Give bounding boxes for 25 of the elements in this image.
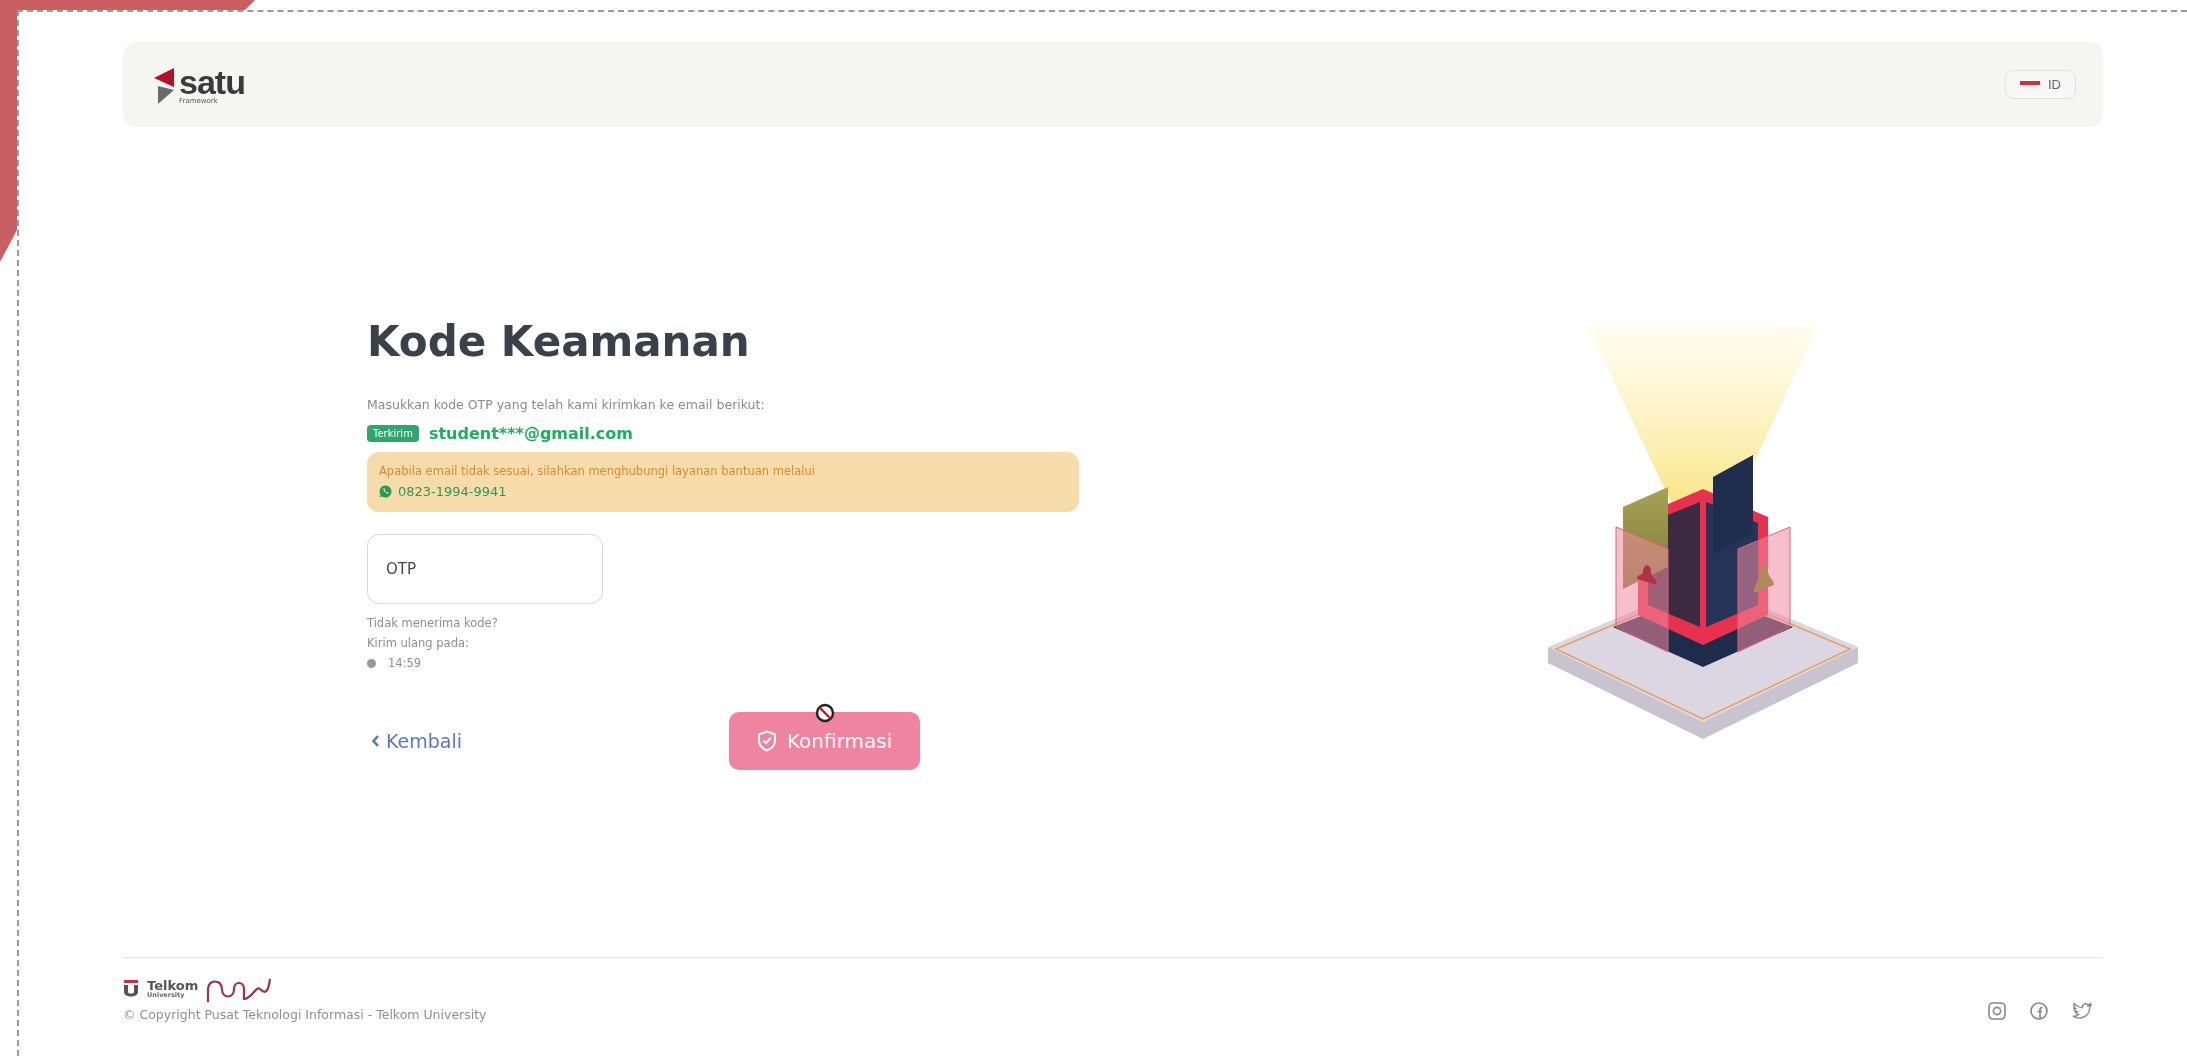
copyright-text: © Copyright Pusat Teknologi Informasi - Telkom University [123, 1007, 487, 1022]
chevron-left-icon [371, 734, 380, 749]
otp-input-field[interactable]: OTP [367, 534, 603, 605]
facebook-icon[interactable] [2029, 1001, 2049, 1021]
not-allowed-cursor-icon [814, 703, 835, 724]
footer-logo-text: Telkom [147, 979, 199, 993]
back-link[interactable]: Kembali [367, 730, 729, 753]
resend-label: Kirim ulang pada: [367, 636, 470, 651]
language-button[interactable]: ID [2005, 70, 2076, 99]
email-text: student***@gmail.com [428, 424, 633, 444]
logo-icon [153, 65, 175, 104]
instagram-icon[interactable] [1987, 1001, 2007, 1021]
notice-text: Apabila email tidak sesuai, silahkan menghubungi layanan bantuan melalui [379, 464, 816, 479]
resend-question: Tidak menerima kode? [367, 616, 499, 631]
shield-check-icon [757, 730, 777, 753]
logo-icon [123, 980, 139, 998]
status-badge: Terkirim [367, 425, 419, 443]
twitter-icon[interactable] [2071, 1001, 2093, 1021]
instruction-text: Masukkan kode OTP yang telah kami kirimkan ke email berikut: [367, 397, 766, 413]
chat-icon [379, 485, 392, 499]
clock-dot-icon [367, 658, 376, 668]
page-title: Kode Keamanan [367, 317, 751, 368]
countdown-timer: 14:59 [388, 656, 422, 671]
phone-link[interactable]: 0823-1994-9941 [398, 484, 507, 500]
logo-text: satu [179, 64, 245, 99]
